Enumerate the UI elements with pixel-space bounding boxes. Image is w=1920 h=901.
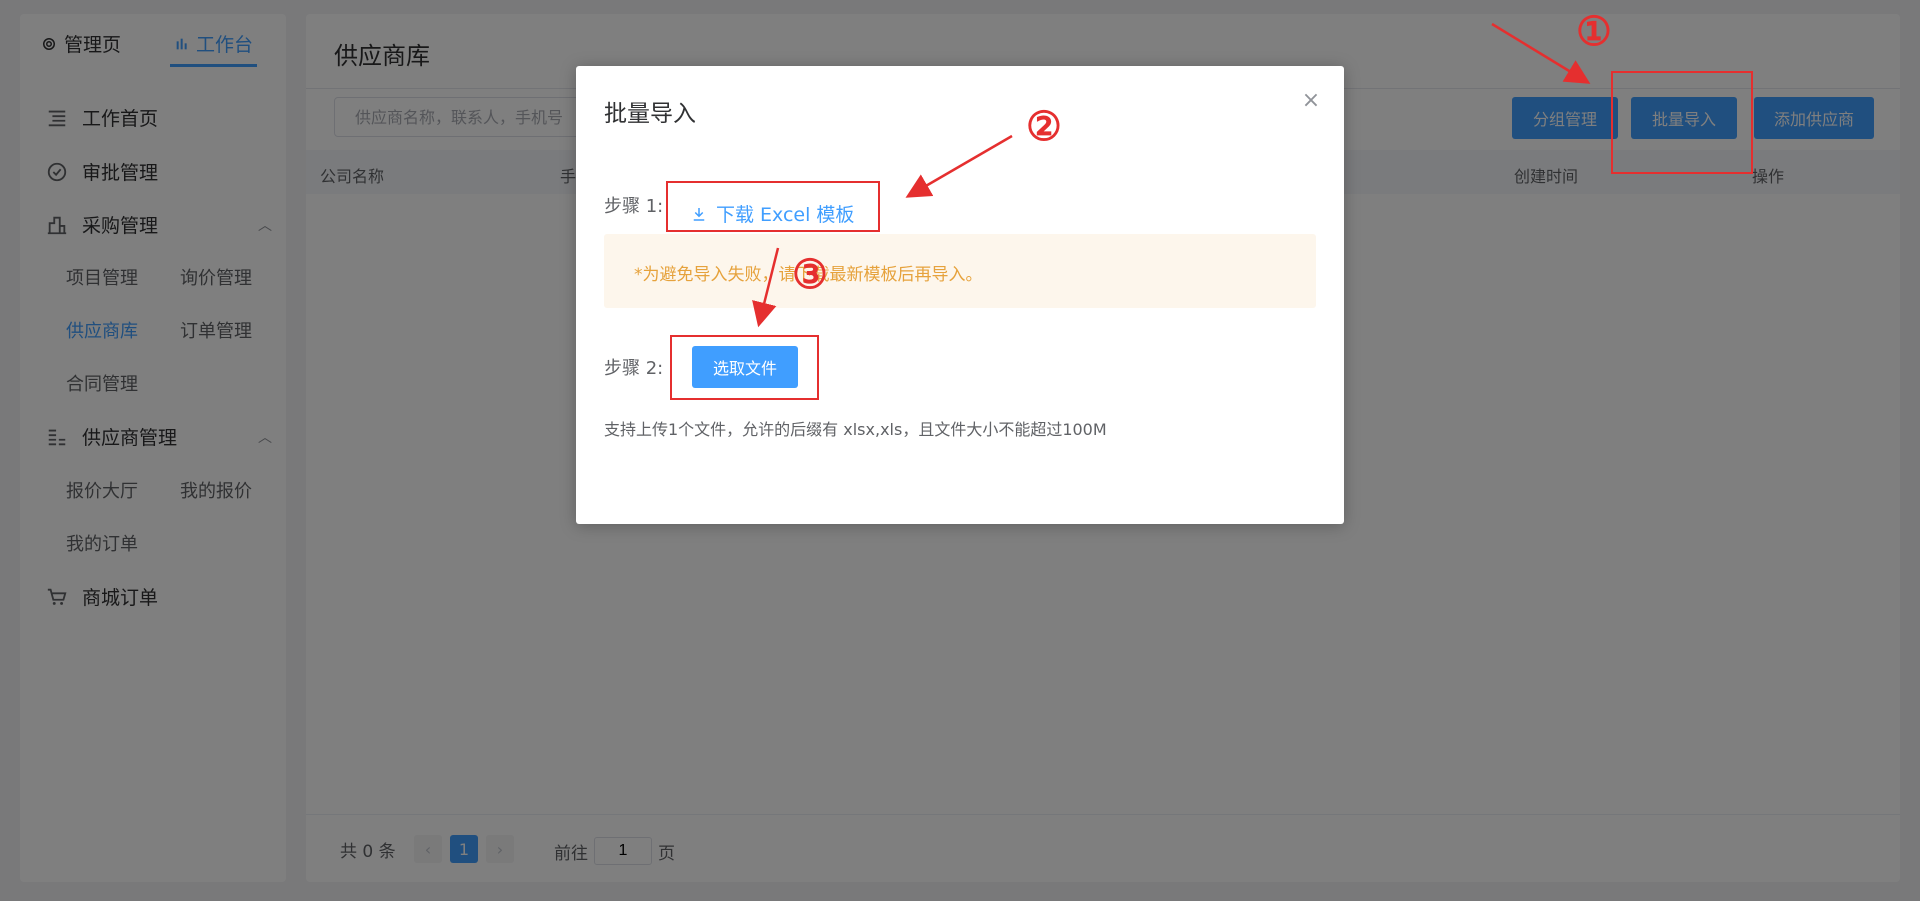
annotation-mark-1: ①	[1576, 8, 1612, 55]
annotation-mark-3: ③	[792, 251, 828, 298]
annotation-box-3	[670, 335, 819, 400]
annotation-mark-2: ②	[1026, 103, 1062, 150]
annotation-box-1	[1611, 71, 1753, 174]
step2-label: 步骤 2:	[604, 358, 664, 379]
annotation-box-2	[666, 181, 880, 232]
dialog-title: 批量导入	[604, 101, 696, 127]
batch-import-dialog: 批量导入 × 步骤 1: 下载 Excel 模板 *为避免导入失败，请下载最新模…	[576, 66, 1344, 524]
step1-label: 步骤 1:	[604, 196, 664, 217]
warning-notice: *为避免导入失败，请下载最新模板后再导入。	[604, 234, 1316, 308]
upload-hint: 支持上传1个文件，允许的后缀有 xlsx,xls，且文件大小不能超过100M	[604, 420, 1107, 439]
close-icon[interactable]: ×	[1300, 90, 1322, 112]
